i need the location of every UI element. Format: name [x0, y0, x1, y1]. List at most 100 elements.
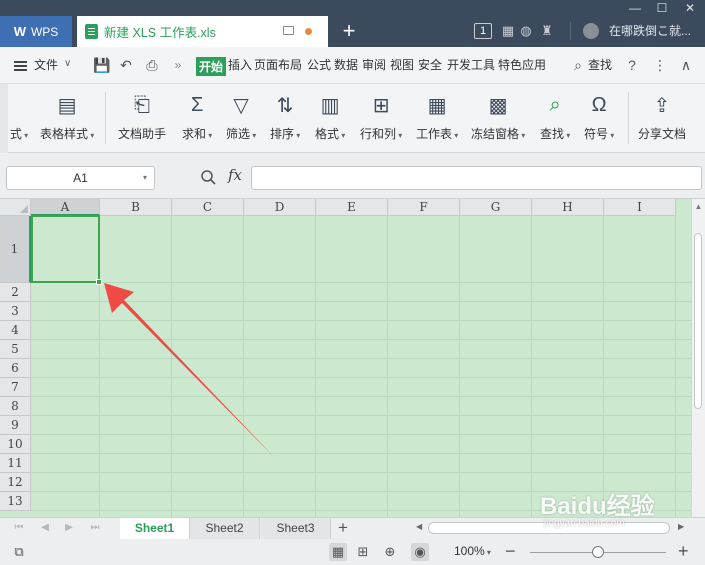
spreadsheet-grid[interactable]: A B C D E F G H I 1 2 3 4 5 6 7 8 9 10 11 12 13	[0, 199, 691, 517]
reading-mode-icon[interactable]: ⊕	[381, 543, 399, 561]
tab-data[interactable]: 数据	[334, 56, 358, 73]
save-icon[interactable]: 💾	[93, 57, 110, 73]
column-header-g[interactable]: G	[460, 199, 532, 216]
row-header-13[interactable]: 13	[0, 492, 31, 511]
formula-input[interactable]	[251, 166, 702, 190]
tab-page-layout[interactable]: 页面布局	[254, 56, 302, 73]
ribbon-sum[interactable]: Σ 求和	[182, 92, 212, 147]
menu-icon[interactable]	[14, 61, 27, 71]
avatar[interactable]	[583, 23, 599, 39]
zoom-slider-handle[interactable]	[592, 546, 604, 558]
sheet-tab-1[interactable]: Sheet1	[120, 518, 190, 539]
wps-home-tab[interactable]: W WPS	[0, 16, 72, 47]
minimize-icon[interactable]: —	[625, 0, 645, 16]
tab-security[interactable]: 安全	[418, 56, 442, 73]
sheet-tab-2[interactable]: Sheet2	[190, 518, 260, 539]
ribbon-format-partial[interactable]: 式	[6, 92, 32, 147]
sync-icon[interactable]: ◍	[518, 23, 534, 39]
column-header-i[interactable]: I	[604, 199, 676, 216]
search-icon[interactable]: ⌕	[570, 57, 586, 73]
row-header-5[interactable]: 5	[0, 340, 31, 359]
ribbon-format[interactable]: ▥ 格式	[315, 92, 345, 147]
print-icon[interactable]: ⎙	[144, 57, 160, 73]
row-header-11[interactable]: 11	[0, 454, 31, 473]
normal-view-icon[interactable]: ▦	[329, 543, 347, 561]
page-break-view-icon[interactable]: ⊞	[354, 543, 372, 561]
grid-view-icon[interactable]: ▦	[500, 23, 516, 39]
ribbon-freeze[interactable]: ▩ 冻结窗格	[471, 92, 525, 147]
ribbon-table-style[interactable]: ▤ 表格样式	[40, 92, 94, 147]
skin-icon[interactable]: ♜	[539, 23, 555, 39]
ribbon-symbol[interactable]: Ω 符号	[584, 92, 614, 147]
ribbon-share[interactable]: ⇪ 分享文档	[638, 92, 686, 147]
row-header-8[interactable]: 8	[0, 397, 31, 416]
row-header-10[interactable]: 10	[0, 435, 31, 454]
scroll-left-icon[interactable]: ◀	[416, 522, 422, 531]
selected-cell-a1[interactable]	[31, 215, 102, 285]
column-header-h[interactable]: H	[532, 199, 604, 216]
new-tab-button[interactable]: +	[338, 17, 360, 45]
add-sheet-button[interactable]: +	[335, 518, 351, 538]
undo-icon[interactable]: ↶	[118, 57, 134, 73]
zoom-out-button[interactable]: −	[505, 539, 516, 563]
row-header-4[interactable]: 4	[0, 321, 31, 340]
zoom-level[interactable]: 100%	[454, 544, 491, 558]
ribbon-worksheet[interactable]: ▦ 工作表	[416, 92, 458, 147]
row-header-9[interactable]: 9	[0, 416, 31, 435]
tab-review[interactable]: 审阅	[362, 56, 386, 73]
close-icon[interactable]: ✕	[680, 0, 700, 16]
sheet-tab-3[interactable]: Sheet3	[261, 518, 331, 539]
tab-special[interactable]: 特色应用	[498, 56, 546, 73]
tab-formula[interactable]: 公式	[307, 56, 331, 73]
scroll-up-icon[interactable]: ▲	[692, 201, 705, 213]
tab-developer[interactable]: 开发工具	[447, 56, 495, 73]
tab-insert[interactable]: 插入	[228, 56, 252, 73]
eye-protection-icon[interactable]: ◉	[411, 543, 429, 561]
freeze-icon: ▩	[488, 94, 508, 117]
row-header-3[interactable]: 3	[0, 302, 31, 321]
user-name[interactable]: 在哪跌倒こ就...	[609, 22, 705, 39]
column-header-e[interactable]: E	[316, 199, 388, 216]
fill-handle[interactable]	[96, 279, 102, 285]
zoom-in-button[interactable]: +	[678, 539, 689, 563]
column-header-a[interactable]: A	[31, 199, 100, 216]
search-button[interactable]: 查找	[588, 56, 612, 73]
maximize-icon[interactable]: ☐	[652, 0, 672, 16]
scrollbar-thumb[interactable]	[694, 233, 702, 409]
prev-sheet-icon[interactable]: ◀	[38, 521, 52, 535]
more-options-icon[interactable]: ⋮	[652, 57, 668, 73]
function-icon[interactable]: fx	[228, 166, 242, 184]
last-sheet-icon[interactable]: ⏭	[88, 521, 102, 535]
row-header-12[interactable]: 12	[0, 473, 31, 492]
ribbon-rows-cols[interactable]: ⊞ 行和列	[360, 92, 402, 147]
row-header-1[interactable]: 1	[0, 216, 31, 283]
column-header-b[interactable]: B	[100, 199, 172, 216]
ribbon-find[interactable]: ⌕ 查找	[540, 92, 570, 147]
chevron-down-icon[interactable]: ∨	[64, 58, 71, 69]
vertical-scrollbar[interactable]: ▲	[691, 199, 705, 517]
tab-home[interactable]: 开始	[196, 57, 227, 76]
collapse-ribbon-icon[interactable]: ∧	[678, 57, 694, 73]
monitor-icon[interactable]	[283, 26, 294, 35]
ribbon-sort[interactable]: ⇅ 排序	[270, 92, 300, 147]
row-header-6[interactable]: 6	[0, 359, 31, 378]
row-header-2[interactable]: 2	[0, 283, 31, 302]
first-sheet-icon[interactable]: ⏮	[12, 521, 26, 535]
status-window-icon[interactable]: ⧉	[10, 543, 28, 561]
column-header-c[interactable]: C	[172, 199, 244, 216]
more-icon[interactable]: »	[170, 57, 186, 73]
column-header-d[interactable]: D	[244, 199, 316, 216]
next-sheet-icon[interactable]: ▶	[62, 521, 76, 535]
row-header-7[interactable]: 7	[0, 378, 31, 397]
file-menu[interactable]: 文件	[34, 56, 58, 73]
window-count-badge[interactable]: 1	[474, 23, 492, 39]
column-header-f[interactable]: F	[388, 199, 460, 216]
name-box[interactable]: A1	[6, 166, 155, 190]
select-all-corner[interactable]	[0, 199, 31, 216]
tab-view[interactable]: 视图	[390, 56, 414, 73]
help-icon[interactable]: ?	[624, 57, 640, 73]
ribbon-filter[interactable]: ▽ 筛选	[226, 92, 256, 147]
ribbon-doc-assistant[interactable]: ⎗ 文档助手	[118, 92, 166, 147]
zoom-icon[interactable]	[200, 169, 216, 185]
chevron-down-icon[interactable]: ▾	[143, 173, 147, 182]
